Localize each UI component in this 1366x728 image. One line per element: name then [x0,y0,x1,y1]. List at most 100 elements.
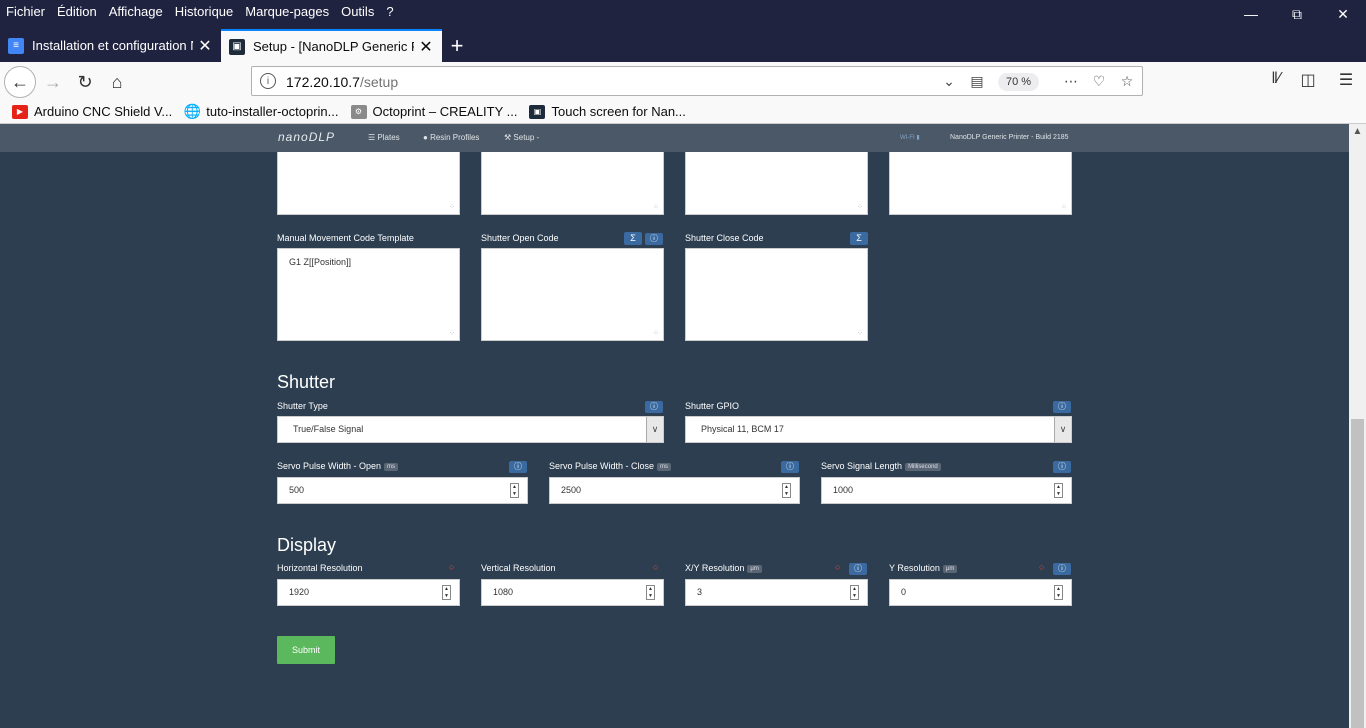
close-window-icon[interactable]: ✕ [1320,0,1366,28]
resize-grip-icon[interactable]: ⁘ [449,204,457,212]
page-content: nanoDLP ☰ Plates ● Resin Profiles ⚒ Setu… [0,124,1349,728]
code-textarea-4[interactable]: ⁘ [889,152,1072,215]
spinner-icon[interactable]: ▲ ▼ [442,585,451,600]
forward-icon[interactable]: → [38,67,68,97]
scroll-up-icon[interactable]: ▲ [1349,126,1366,140]
resize-grip-icon[interactable]: ⁘ [653,204,661,212]
help-icon[interactable]: ⓘ [1053,401,1071,413]
resize-grip-icon[interactable]: ⁘ [857,330,865,338]
tab-setup[interactable]: ▣ Setup - [NanoDLP Generic Print ✕ [221,29,442,62]
servo-close-value: 2500 [561,485,582,495]
sigma-button[interactable]: Σ [624,232,642,245]
spinner-icon[interactable]: ▲ ▼ [850,585,859,600]
menu-affichage[interactable]: Affichage [109,4,163,19]
page-scrollbar[interactable]: ▲ [1349,124,1366,728]
scrollbar-thumb[interactable] [1351,419,1364,728]
shutter-gpio-select[interactable]: Physical 11, BCM 17 ∨ [685,416,1072,443]
library-icon[interactable]: ‖∕ [1265,70,1287,88]
chevron-down-icon[interactable]: ∨ [646,417,663,442]
docs-icon: ≡ [8,37,24,54]
spinner-icon[interactable]: ▲ ▼ [1054,483,1063,498]
hres-input[interactable]: 1920 ▲ ▼ [277,579,460,606]
resize-grip-icon[interactable]: ⁘ [653,330,661,338]
help-icon[interactable]: ⓘ [645,401,663,413]
spinner-icon[interactable]: ▲ ▼ [646,585,655,600]
bookmark-item[interactable]: 🌐 tuto-installer-octoprin... [183,103,339,119]
vres-input[interactable]: 1080 ▲ ▼ [481,579,664,606]
bookmark-star-icon[interactable]: ☆ [1118,73,1136,90]
bookmarks-toolbar: ▶ Arduino CNC Shield V... 🌐 tuto-install… [0,100,1366,124]
bookmark-item[interactable]: ▶ Arduino CNC Shield V... [12,104,172,119]
pocket-icon[interactable]: ♡ [1090,73,1108,90]
bookmark-item[interactable]: ▣ Touch screen for Nan... [529,104,686,119]
help-icon[interactable]: ⓘ [509,461,527,473]
resize-grip-icon[interactable]: ⁘ [1061,204,1069,212]
xy-res-input[interactable]: 3 ▲ ▼ [685,579,868,606]
nav-resin-profiles[interactable]: ● Resin Profiles [423,133,479,142]
resize-grip-icon[interactable]: ⁘ [857,204,865,212]
sigma-button[interactable]: Σ [850,232,868,245]
hamburger-menu-icon[interactable]: ☰ [1335,70,1357,90]
url-bar[interactable]: i 172.20.10.7/setup ⌄ ▤ 70 % ⋯ ♡ ☆ [251,66,1143,96]
code-textarea-2[interactable]: ⁘ [481,152,664,215]
restore-icon[interactable]: ⧉ [1274,0,1320,28]
display-heading: Display [277,535,337,555]
help-icon[interactable]: ⓘ [1053,461,1071,473]
reader-view-icon[interactable]: ▤ [968,73,986,90]
help-icon[interactable]: ⓘ [849,563,867,575]
menu-help[interactable]: ? [386,4,393,19]
servo-close-label: Servo Pulse Width - Close ms [549,461,672,471]
resize-grip-icon[interactable]: ⁘ [449,330,457,338]
code-textarea-1[interactable]: ⁘ [277,152,460,215]
bookmark-label: tuto-installer-octoprin... [206,104,339,119]
tab-installation[interactable]: ≡ Installation et configuration Na ✕ [0,29,221,62]
menu-historique[interactable]: Historique [175,4,234,19]
help-icon[interactable]: ⓘ [1053,563,1071,575]
manual-movement-textarea[interactable]: G1 Z[[Position]] ⁘ [277,248,460,341]
more-actions-icon[interactable]: ⋯ [1062,73,1080,90]
bookmark-item[interactable]: ⚙ Octoprint – CREALITY ... [350,104,517,119]
required-icon: ○ [1039,562,1045,572]
hres-value: 1920 [289,587,310,597]
code-textarea-3[interactable]: ⁘ [685,152,868,215]
reload-icon[interactable]: ↻ [70,67,100,97]
submit-button[interactable]: Submit [277,636,335,664]
shutter-gpio-label: Shutter GPIO [685,401,740,411]
minimize-icon[interactable]: — [1228,0,1274,28]
menu-marque-pages[interactable]: Marque-pages [245,4,329,19]
menu-outils[interactable]: Outils [341,4,374,19]
shutter-type-select[interactable]: True/False Signal ∨ [277,416,664,443]
servo-open-input[interactable]: 500 ▲ ▼ [277,477,528,504]
shutter-close-textarea[interactable]: ⁘ [685,248,868,341]
chevron-down-icon[interactable]: ∨ [1054,417,1071,442]
help-icon[interactable]: ⓘ [781,461,799,473]
spinner-icon[interactable]: ▲ ▼ [1054,585,1063,600]
spinner-icon[interactable]: ▲ ▼ [782,483,791,498]
sidebar-icon[interactable]: ◫ [1297,70,1319,90]
tab-title: Installation et configuration Na [32,38,193,53]
home-icon[interactable]: ⌂ [102,67,132,97]
new-tab-icon[interactable]: + [442,29,472,62]
menu-edition[interactable]: Édition [57,4,97,19]
shutter-open-textarea[interactable]: ⁘ [481,248,664,341]
servo-open-label: Servo Pulse Width - Open ms [277,461,399,471]
signal-length-input[interactable]: 1000 ▲ ▼ [821,477,1072,504]
nanodlp-logo[interactable]: nanoDLP [278,130,335,144]
globe-icon: 🌐 [183,103,201,119]
help-icon[interactable]: ⓘ [645,233,663,245]
menu-fichier[interactable]: Fichier [6,4,45,19]
servo-close-input[interactable]: 2500 ▲ ▼ [549,477,800,504]
spinner-icon[interactable]: ▲ ▼ [510,483,519,498]
zoom-level[interactable]: 70 % [998,73,1040,91]
servo-open-value: 500 [289,485,305,495]
y-res-input[interactable]: 0 ▲ ▼ [889,579,1072,606]
close-tab-icon[interactable]: ✕ [418,37,434,57]
nav-setup[interactable]: ⚒ Setup - [504,133,539,142]
tab-title: Setup - [NanoDLP Generic Print [253,39,414,54]
close-tab-icon[interactable]: ✕ [197,36,213,56]
back-icon[interactable]: ← [4,66,36,98]
nav-plates[interactable]: ☰ Plates [368,133,400,142]
url-host: 172.20.10.7 [286,74,360,90]
site-info-icon[interactable]: i [260,73,276,89]
chevron-down-icon[interactable]: ⌄ [940,73,958,90]
